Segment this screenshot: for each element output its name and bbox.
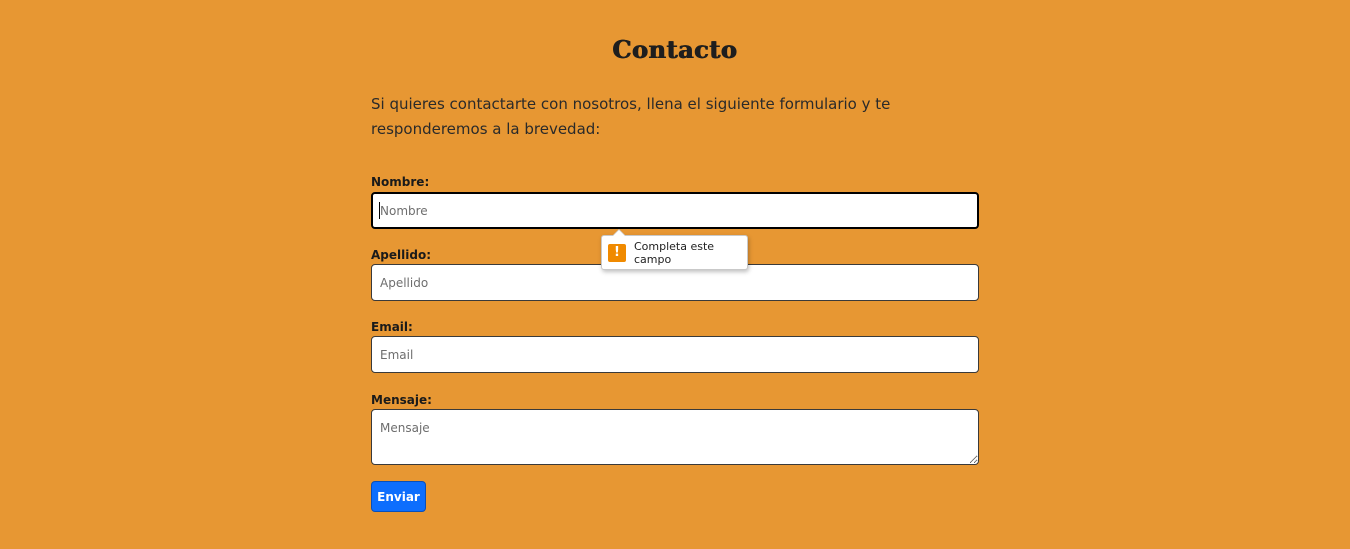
enviar-button[interactable]: Enviar <box>371 481 426 512</box>
nombre-label: Nombre: <box>371 175 430 189</box>
mensaje-label: Mensaje: <box>371 393 432 407</box>
apellido-label: Apellido: <box>371 248 431 262</box>
email-input[interactable] <box>371 336 979 373</box>
warning-icon: ! <box>608 243 626 262</box>
validation-tooltip: ! Completa este campo <box>601 229 748 270</box>
nombre-input[interactable] <box>371 192 979 229</box>
mensaje-textarea[interactable] <box>371 409 979 465</box>
text-cursor <box>379 202 380 219</box>
page-title: Contacto <box>612 35 738 64</box>
email-label: Email: <box>371 320 413 334</box>
validation-message: Completa este campo <box>634 239 715 266</box>
intro-text: Si quieres contactarte con nosotros, lle… <box>371 95 891 138</box>
